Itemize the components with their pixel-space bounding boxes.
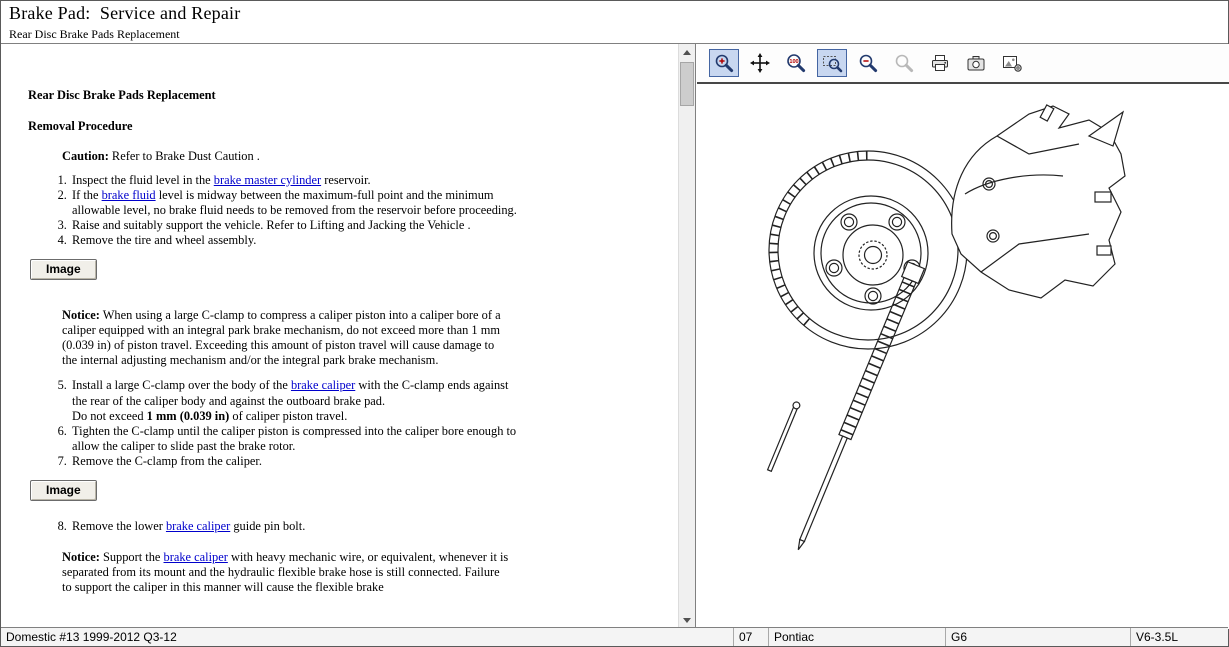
zoom-in-icon [713,52,735,74]
status-engine: V6-3.5L [1131,628,1229,646]
status-bar: Domestic #13 1999-2012 Q3-12 07 Pontiac … [1,627,1228,646]
header: Brake Pad: Service and Repair Rear Disc … [1,1,1228,44]
doc-link[interactable]: brake master cylinder [214,173,321,187]
zoom-out-button[interactable] [853,49,883,77]
print-button[interactable] [925,49,955,77]
procedure-step: If the brake fluid level is midway betwe… [70,188,524,218]
scroll-up-button[interactable] [679,44,695,61]
image-toolbar: 100 [697,44,1229,84]
image-options-icon [1001,52,1023,74]
status-year: 07 [734,628,769,646]
print-icon [929,52,951,74]
document-content: Rear Disc Brake Pads Replacement Removal… [2,44,688,605]
page-title: Brake Pad: Service and Repair [9,3,240,24]
status-database: Domestic #13 1999-2012 Q3-12 [1,628,734,646]
notice-paragraph: Notice: When using a large C-clamp to co… [62,308,510,369]
image-options-button[interactable] [997,49,1027,77]
procedure-step: Inspect the fluid level in the brake mas… [70,173,524,188]
image-button[interactable]: Image [30,259,97,280]
status-make: Pontiac [769,628,946,646]
procedure-step: Remove the tire and wheel assembly. [70,233,524,248]
caution-paragraph: Caution: Refer to Brake Dust Caution . [62,149,510,164]
document-subheading: Removal Procedure [28,119,688,134]
service-manual-window: Brake Pad: Service and Repair Rear Disc … [0,0,1229,647]
procedure-steps-1-4: Inspect the fluid level in the brake mas… [28,173,688,249]
zoom-out-icon [857,52,879,74]
pan-icon [749,52,771,74]
image-button[interactable]: Image [30,480,97,501]
zoom-window-button[interactable] [817,49,847,77]
zoom-in-button[interactable] [709,49,739,77]
brake-assembly-illustration[interactable] [697,84,1229,629]
scroll-up-icon [683,50,691,55]
procedure-step: Remove the C-clamp from the caliper. [70,454,524,469]
procedure-steps-5-7: Install a large C-clamp over the body of… [28,378,688,469]
zoom-window-icon [821,52,843,74]
document-scrollbar[interactable] [678,44,695,629]
document-heading: Rear Disc Brake Pads Replacement [28,88,688,103]
procedure-step-8: Remove the lower brake caliper guide pin… [28,519,688,534]
notice-paragraph: Notice: Support the brake caliper with h… [62,550,510,596]
scroll-down-icon [683,618,691,623]
zoom-100-button[interactable]: 100 [781,49,811,77]
doc-link[interactable]: brake caliper [164,550,228,564]
pan-button[interactable] [745,49,775,77]
procedure-step: Raise and suitably support the vehicle. … [70,218,524,233]
doc-link[interactable]: brake caliper [291,378,355,392]
scrollbar-thumb[interactable] [680,62,694,106]
svg-text:100: 100 [789,59,798,65]
doc-link[interactable]: brake fluid [102,188,156,202]
page-subtitle: Rear Disc Brake Pads Replacement [9,27,180,42]
copy-image-icon [965,52,987,74]
procedure-step: Tighten the C-clamp until the caliper pi… [70,424,524,454]
zoom-fit-button[interactable] [889,49,919,77]
document-pane: Rear Disc Brake Pads Replacement Removal… [2,44,696,629]
status-model: G6 [946,628,1131,646]
zoom-fit-icon [893,52,915,74]
copy-image-button[interactable] [961,49,991,77]
image-pane: 100 [697,44,1229,629]
zoom-100-icon: 100 [785,52,807,74]
procedure-step: Remove the lower brake caliper guide pin… [70,519,524,534]
procedure-step: Install a large C-clamp over the body of… [70,378,524,424]
doc-link[interactable]: brake caliper [166,519,230,533]
